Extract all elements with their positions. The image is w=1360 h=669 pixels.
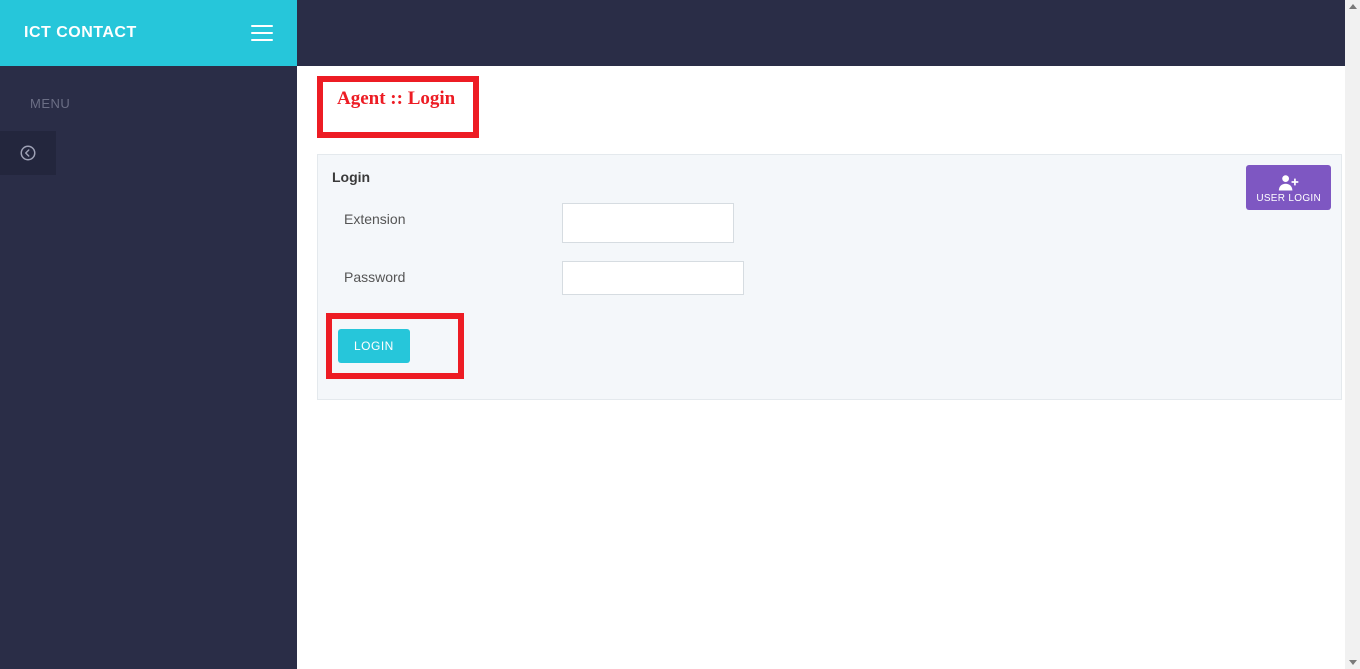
extension-label: Extension	[332, 203, 562, 227]
page-title: Agent :: Login	[337, 88, 455, 109]
sidebar: ICT CONTACT MENU	[0, 0, 297, 669]
extension-row: Extension	[332, 203, 1327, 243]
password-input[interactable]	[562, 261, 744, 295]
brand-title: ICT CONTACT	[24, 24, 137, 42]
password-label: Password	[332, 261, 562, 285]
panel-body: Login Extension Password LOGIN	[318, 155, 1341, 399]
brand-bar: ICT CONTACT	[0, 0, 297, 66]
page-title-highlight: Agent :: Login	[317, 76, 479, 138]
login-button-highlight: LOGIN	[326, 313, 464, 379]
sidebar-item-back[interactable]	[0, 131, 56, 175]
topbar	[297, 0, 1360, 66]
main-area: Agent :: Login USER LOGIN Login Extens	[297, 0, 1360, 669]
scroll-up-icon	[1349, 4, 1357, 9]
login-button[interactable]: LOGIN	[338, 329, 410, 363]
user-login-button[interactable]: USER LOGIN	[1246, 165, 1331, 210]
menu-section-label: MENU	[0, 66, 297, 131]
circle-arrow-left-icon	[19, 144, 37, 162]
app-root: ICT CONTACT MENU Agent :: Login	[0, 0, 1360, 669]
extension-input[interactable]	[562, 203, 734, 243]
user-plus-icon	[1278, 173, 1300, 191]
login-panel: USER LOGIN Login Extension Password LOGI…	[317, 154, 1342, 400]
panel-heading: Login	[332, 169, 1327, 185]
password-row: Password	[332, 261, 1327, 295]
vertical-scrollbar[interactable]	[1345, 0, 1360, 669]
hamburger-icon[interactable]	[251, 25, 273, 41]
user-login-label: USER LOGIN	[1256, 193, 1321, 204]
content: Agent :: Login USER LOGIN Login Extens	[297, 66, 1360, 420]
scroll-down-icon	[1349, 660, 1357, 665]
